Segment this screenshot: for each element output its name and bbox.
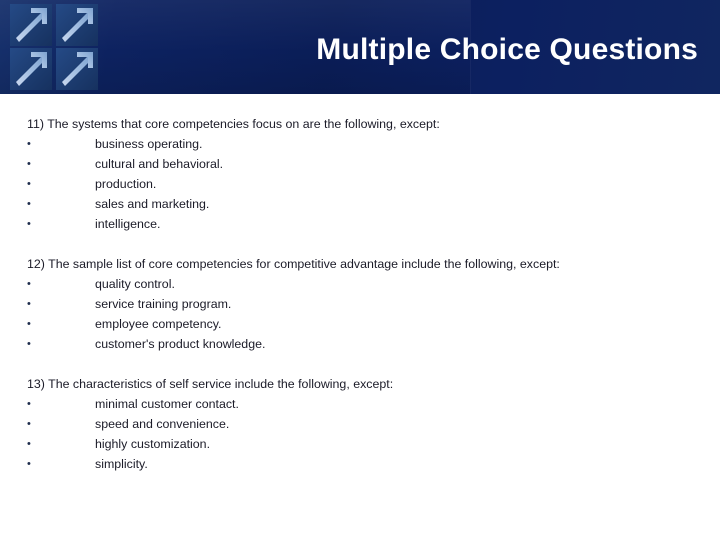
question-block: 11) The systems that core competencies f… bbox=[0, 114, 720, 234]
four-arrows-logo bbox=[8, 2, 100, 92]
choice-label: employee competency. bbox=[95, 317, 222, 331]
choice-label: quality control. bbox=[95, 277, 175, 291]
choice-item[interactable]: • sales and marketing. bbox=[0, 194, 720, 214]
choice-label: intelligence. bbox=[95, 217, 161, 231]
choice-label: speed and convenience. bbox=[95, 417, 230, 431]
questions-area: 11) The systems that core competencies f… bbox=[0, 94, 720, 540]
bullet-icon: • bbox=[27, 338, 31, 350]
question-stem: 11) The systems that core competencies f… bbox=[27, 117, 440, 131]
question-stem: 13) The characteristics of self service … bbox=[27, 377, 394, 391]
choice-item[interactable]: • employee competency. bbox=[0, 314, 720, 334]
choice-item[interactable]: • cultural and behavioral. bbox=[0, 154, 720, 174]
bullet-icon: • bbox=[27, 458, 31, 470]
question-stem: 12) The sample list of core competencies… bbox=[27, 257, 560, 271]
title-banner: Multiple Choice Questions bbox=[0, 0, 720, 94]
choice-item[interactable]: • business operating. bbox=[0, 134, 720, 154]
bullet-icon: • bbox=[27, 138, 31, 150]
bullet-icon: • bbox=[27, 418, 31, 430]
choice-item[interactable]: • simplicity. bbox=[0, 454, 720, 474]
choice-label: minimal customer contact. bbox=[95, 397, 239, 411]
choice-item[interactable]: • minimal customer contact. bbox=[0, 394, 720, 414]
choice-label: simplicity. bbox=[95, 457, 148, 471]
bullet-icon: • bbox=[27, 398, 31, 410]
choice-label: cultural and behavioral. bbox=[95, 157, 224, 171]
choice-item[interactable]: • production. bbox=[0, 174, 720, 194]
bullet-icon: • bbox=[27, 198, 31, 210]
choice-label: highly customization. bbox=[95, 437, 211, 451]
choice-label: service training program. bbox=[95, 297, 232, 311]
bullet-icon: • bbox=[27, 438, 31, 450]
question-block: 12) The sample list of core competencies… bbox=[0, 254, 720, 354]
choice-item[interactable]: • quality control. bbox=[0, 274, 720, 294]
bullet-icon: • bbox=[27, 318, 31, 330]
bullet-icon: • bbox=[27, 158, 31, 170]
bullet-icon: • bbox=[27, 278, 31, 290]
choice-label: customer's product knowledge. bbox=[95, 337, 266, 351]
choice-label: business operating. bbox=[95, 137, 203, 151]
choice-item[interactable]: • highly customization. bbox=[0, 434, 720, 454]
choice-item[interactable]: • intelligence. bbox=[0, 214, 720, 234]
choice-item[interactable]: • service training program. bbox=[0, 294, 720, 314]
choice-label: production. bbox=[95, 177, 157, 191]
bullet-icon: • bbox=[27, 178, 31, 190]
choice-label: sales and marketing. bbox=[95, 197, 210, 211]
page-title: Multiple Choice Questions bbox=[316, 33, 698, 66]
bullet-icon: • bbox=[27, 218, 31, 230]
choice-item[interactable]: • speed and convenience. bbox=[0, 414, 720, 434]
question-block: 13) The characteristics of self service … bbox=[0, 374, 720, 474]
choice-item[interactable]: • customer's product knowledge. bbox=[0, 334, 720, 354]
bullet-icon: • bbox=[27, 298, 31, 310]
slide: Multiple Choice Questions 11) The system… bbox=[0, 0, 720, 540]
